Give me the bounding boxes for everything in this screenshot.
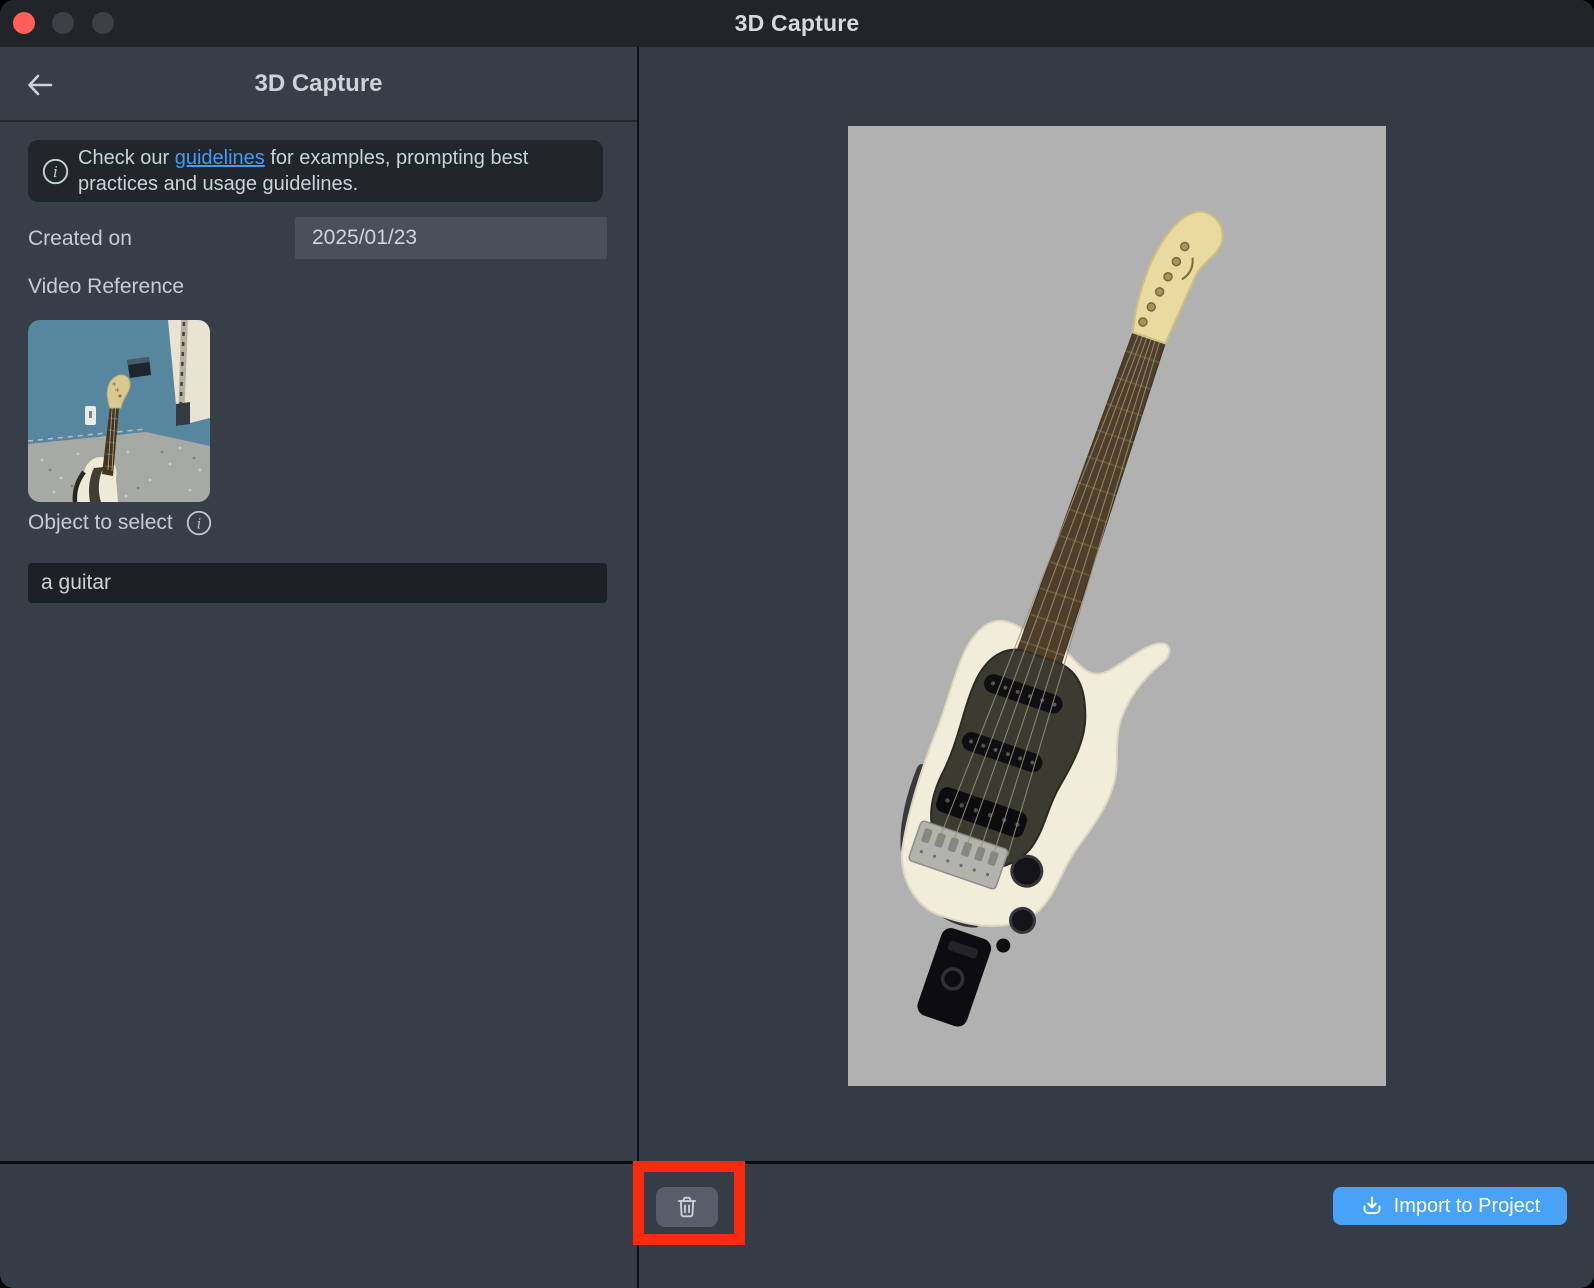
object-to-select-label: Object to select [28,511,173,535]
created-on-label: Created on [28,227,132,251]
trash-icon [674,1194,700,1220]
import-to-project-button[interactable]: Import to Project [1333,1187,1567,1225]
video-reference-label: Video Reference [28,275,184,299]
thumb-door-gap [176,402,190,426]
bottom-toolbar: Import to Project [0,1161,1594,1288]
sidebar-title: 3D Capture [254,70,382,98]
info-icon[interactable]: i [186,510,212,536]
titlebar: 3D Capture [0,0,1594,47]
banner-text-before: Check our [78,147,175,169]
panel-divider [637,47,639,1288]
preview-panel [639,47,1594,1161]
object-to-select-row: Object to select i [28,510,212,536]
app-window: 3D Capture 3D Capture i Check our guidel… [0,0,1594,1288]
guidelines-link[interactable]: guidelines [175,147,265,169]
info-icon: i [42,158,69,185]
video-reference-thumbnail[interactable] [28,320,210,502]
banner-text: Check our guidelines for examples, promp… [78,145,587,197]
thumb-outlet-slot [89,411,92,418]
close-window-button[interactable] [13,12,35,34]
minimize-window-button[interactable] [52,12,74,34]
left-arrow-icon [25,70,55,100]
import-button-label: Import to Project [1394,1195,1541,1218]
guidelines-banner: i Check our guidelines for examples, pro… [28,140,603,202]
object-prompt-input[interactable] [28,563,607,603]
created-on-field[interactable] [295,217,607,259]
svg-text:i: i [53,164,58,181]
delete-capture-button[interactable] [656,1187,718,1227]
capture-preview-image [848,126,1386,1086]
guitar-3d-render [848,126,1386,1086]
sidebar: 3D Capture i Check our guidelines for ex… [0,47,637,1161]
window-title: 3D Capture [735,10,860,37]
download-icon [1360,1194,1384,1218]
sidebar-header: 3D Capture [0,47,637,122]
zoom-window-button[interactable] [92,12,114,34]
svg-text:i: i [196,516,201,532]
back-button[interactable] [20,65,60,105]
